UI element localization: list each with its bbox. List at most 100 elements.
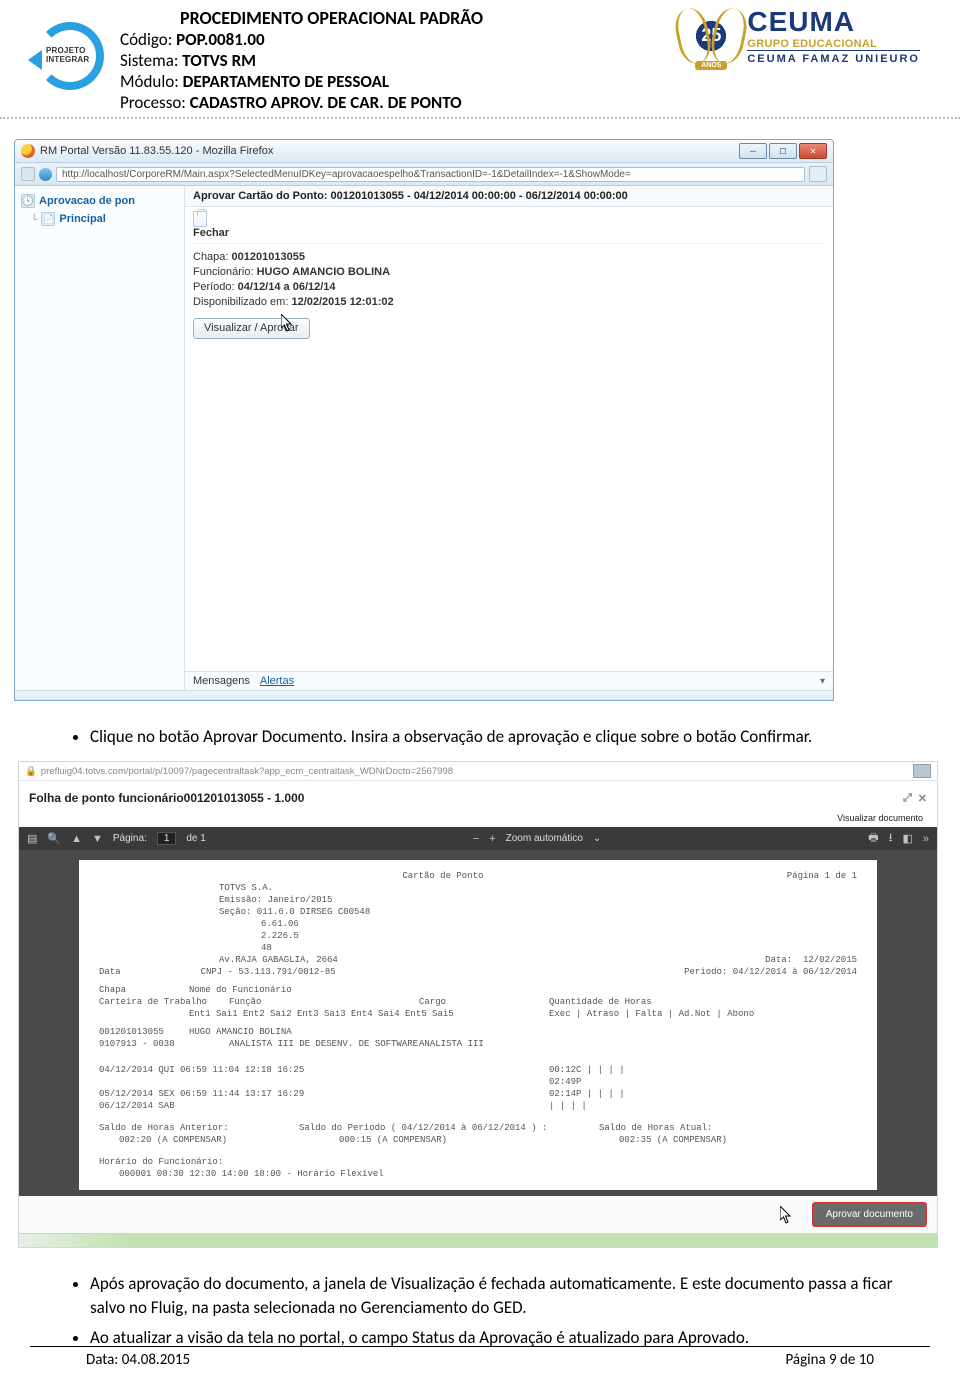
window-resize-grip[interactable] bbox=[15, 690, 833, 700]
funcionario-value: HUGO AMANCIO BOLINA bbox=[257, 266, 390, 278]
chapa-value: 001201013055 bbox=[232, 251, 305, 263]
site-identity-icon[interactable] bbox=[39, 168, 52, 181]
ceuma-logo: 25 ANOS CEUMA GRUPO EDUCACIONAL CEUMA FA… bbox=[683, 6, 920, 65]
ceuma-sm: CEUMA FAMAZ UNIEURO bbox=[747, 50, 920, 65]
dropdown-caret-icon[interactable]: ▾ bbox=[820, 676, 825, 687]
projeto-integrar-logo: PROJETO INTEGRAR bbox=[30, 16, 110, 96]
sidebar-toggle-icon[interactable]: ▤ bbox=[27, 832, 37, 845]
record-info-block: Chapa: 001201013055 Funcionário: HUGO AM… bbox=[193, 244, 825, 349]
url-field[interactable]: http://localhost/CorporeRM/Main.aspx?Sel… bbox=[56, 167, 805, 182]
report-cc3: 48 bbox=[261, 942, 857, 954]
row3-values: | | | | bbox=[549, 1100, 587, 1112]
disponibilizado-value: 12/02/2015 12:01:02 bbox=[291, 296, 393, 308]
print-icon[interactable]: 🖶 bbox=[868, 829, 878, 848]
body-bullets-2: Após aprovação do documento, a janela de… bbox=[90, 1272, 900, 1350]
addressbar-right-icon[interactable] bbox=[809, 166, 827, 182]
fluig-url: prefluig04.totvs.com/portal/p/10097/page… bbox=[41, 766, 453, 777]
page-of-label: de 1 bbox=[186, 833, 205, 844]
fluig-doc-title-row: Folha de ponto funcionário001201013055 -… bbox=[19, 781, 937, 811]
logo-line2: INTEGRAR bbox=[46, 55, 89, 64]
processo-value: CADASTRO APROV. DE CAR. DE PONTO bbox=[190, 92, 462, 113]
mouse-cursor-icon bbox=[281, 314, 293, 332]
col-cargo: Cargo bbox=[419, 996, 549, 1008]
report-cnpj: CNPJ - 53.113.791/0012-85 bbox=[201, 967, 336, 977]
portal-left-nav: Aprovacao de pon └ Principal bbox=[15, 186, 185, 690]
document-header: PROJETO INTEGRAR PROCEDIMENTO OPERACIONA… bbox=[0, 0, 960, 119]
saldo-ant: 002:20 (A COMPENSAR) bbox=[99, 1134, 299, 1146]
bullet-after-approval: Após aprovação do documento, a janela de… bbox=[90, 1272, 900, 1320]
tools-more-icon[interactable]: » bbox=[923, 833, 929, 845]
window-minimize-button[interactable]: － bbox=[739, 143, 767, 159]
window-titlebar: RM Portal Versão 11.83.55.120 - Mozilla … bbox=[15, 140, 833, 163]
nav-item-principal[interactable]: └ Principal bbox=[29, 210, 180, 228]
current-page-field[interactable]: 1 bbox=[157, 832, 177, 845]
val-nome: HUGO AMANCIO BOLINA bbox=[189, 1026, 857, 1038]
report-cc2: 2.226.5 bbox=[261, 930, 857, 942]
page-footer: Data: 04.08.2015 Página 9 de 10 bbox=[30, 1346, 930, 1369]
window-maximize-button[interactable]: ☐ bbox=[769, 143, 797, 159]
col-times: Ent1 Sai1 Ent2 Sai2 Ent3 Sai3 Ent4 Sai4 … bbox=[189, 1008, 549, 1020]
page-up-icon[interactable]: ▲ bbox=[71, 833, 82, 845]
badge-number: 25 bbox=[701, 25, 721, 46]
ceuma-text: CEUMA GRUPO EDUCACIONAL CEUMA FAMAZ UNIE… bbox=[747, 6, 920, 65]
pagina-label: Página: bbox=[113, 833, 147, 844]
periodo-label: Período: bbox=[193, 281, 235, 293]
badge-anos: ANOS bbox=[695, 61, 727, 70]
close-icon[interactable]: ✕ bbox=[918, 792, 927, 805]
col-funcao: Função bbox=[229, 996, 419, 1008]
download-icon[interactable]: ⭳ bbox=[889, 829, 893, 848]
tab-mensagens[interactable]: Mensagens bbox=[193, 675, 250, 687]
report-data: 12/02/2015 bbox=[803, 955, 857, 965]
val-funcao: ANALISTA III DE DESENV. DE SOFTWARE bbox=[229, 1038, 419, 1050]
val-ct: 9107913 - 0030 bbox=[99, 1038, 229, 1050]
row3: 06/12/2014 SAB bbox=[99, 1100, 549, 1112]
codigo-value: POP.0081.00 bbox=[176, 29, 265, 50]
tab-alertas[interactable]: Alertas bbox=[260, 675, 294, 687]
fechar-button[interactable]: Fechar bbox=[193, 207, 825, 244]
row2-values-b: 02:14P | | | | bbox=[549, 1088, 625, 1100]
fluig-url-right-icon[interactable] bbox=[913, 764, 931, 778]
document-icon bbox=[41, 212, 55, 226]
zoom-select[interactable]: Zoom automático bbox=[506, 833, 583, 844]
processo-label: Processo: bbox=[120, 92, 186, 113]
zoom-out-button[interactable]: − bbox=[473, 833, 479, 845]
nav-link-principal[interactable]: Principal bbox=[59, 213, 105, 225]
footer-data-label: Data: bbox=[86, 1351, 118, 1369]
window-close-button[interactable]: ✕ bbox=[799, 143, 827, 159]
nav-item-aprovacao[interactable]: Aprovacao de pon bbox=[19, 192, 180, 210]
clock-icon bbox=[21, 194, 35, 208]
expand-icon[interactable]: ⤢ bbox=[903, 792, 912, 805]
report-endereco: Av.RAJA GABAGLIA, 2664 bbox=[219, 954, 765, 966]
bookmark-icon[interactable]: ◧ bbox=[902, 832, 912, 845]
report-page-number: Página 1 de 1 bbox=[787, 870, 857, 882]
report-empresa: TOTVS S.A. bbox=[219, 882, 857, 894]
nav-link-aprovacao[interactable]: Aprovacao de pon bbox=[39, 195, 135, 207]
report-periodo-label: Periodo: bbox=[684, 967, 727, 977]
report-emissao: Emissão: Janeiro/2015 bbox=[219, 894, 857, 906]
val-cargo: ANALISTA III bbox=[419, 1038, 484, 1050]
saldo-atu-label: Saldo de Horas Atual: bbox=[599, 1122, 712, 1134]
saldo-per: 000:15 (A COMPENSAR) bbox=[299, 1134, 599, 1146]
pdf-page: Cartão de Ponto Página 1 de 1 TOTVS S.A.… bbox=[79, 860, 877, 1190]
chapa-label: Chapa: bbox=[193, 251, 228, 263]
footer-data: 04.08.2015 bbox=[122, 1351, 190, 1369]
search-icon[interactable]: 🔍 bbox=[47, 832, 61, 845]
zoom-in-button[interactable]: + bbox=[489, 833, 495, 845]
report-secao: Seção: 011.6.0 DIRSEG C00548 bbox=[219, 906, 857, 918]
zoom-caret-icon[interactable]: ⌄ bbox=[593, 833, 601, 844]
sistema-value: TOTVS RM bbox=[182, 50, 256, 71]
col-qh: Quantidade de Horas bbox=[549, 996, 857, 1008]
horario-value: 000001 08:30 12:30 14:00 18:00 - Horário… bbox=[119, 1168, 857, 1180]
lock-icon bbox=[193, 211, 207, 227]
body-bullets-1: Clique no botão Aprovar Documento. Insir… bbox=[90, 725, 900, 749]
firefox-icon bbox=[21, 144, 35, 158]
ceuma-big: CEUMA bbox=[747, 6, 920, 38]
page-down-icon[interactable]: ▼ bbox=[92, 833, 103, 845]
aprovar-documento-button[interactable]: Aprovar documento bbox=[812, 1202, 927, 1227]
report-cc1: 6.61.06 bbox=[261, 918, 857, 930]
panel-title: Aprovar Cartão do Ponto: 001201013055 - … bbox=[185, 186, 833, 207]
row1: 04/12/2014 QUI 06:59 11:04 12:18 16:25 bbox=[99, 1064, 549, 1076]
tab-list-icon[interactable] bbox=[21, 167, 35, 181]
val-chapa: 001201013055 bbox=[99, 1026, 189, 1038]
bullet-aprovar-documento: Clique no botão Aprovar Documento. Insir… bbox=[90, 725, 900, 749]
